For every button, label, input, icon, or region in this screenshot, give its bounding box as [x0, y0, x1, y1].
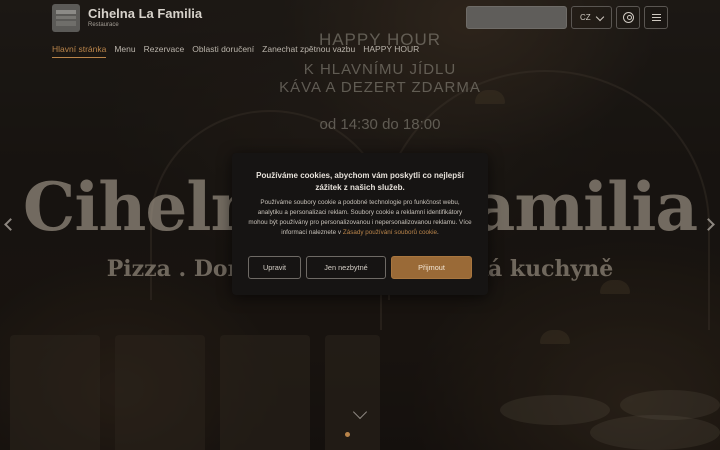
happy-hour-offer: KÁVA A DEZERT ZDARMA — [279, 79, 481, 96]
nav-item-delivery-areas[interactable]: Oblasti doručení — [192, 44, 254, 54]
cookie-text: Používáme soubory cookie a podobné techn… — [248, 199, 472, 236]
restaurant-logo[interactable] — [52, 4, 80, 32]
nav-item-happy-hour[interactable]: HAPPY HOUR — [363, 44, 419, 54]
happy-hour-line: K HLAVNÍMU JÍDLU — [303, 61, 457, 78]
carousel-dot[interactable] — [345, 432, 350, 437]
accept-button[interactable]: Přijmout — [391, 256, 472, 279]
brand-name[interactable]: Cihelna La Familia — [88, 6, 202, 21]
menu-button[interactable] — [644, 6, 668, 29]
chevron-down-icon — [595, 12, 605, 22]
cookie-dialog: Používáme cookies, abychom vám poskytli … — [232, 153, 488, 295]
user-icon — [623, 12, 634, 23]
site-header: Cihelna La Familia Restaurace CZ Hlavní … — [0, 0, 720, 62]
cookie-title: Používáme cookies, abychom vám poskytli … — [256, 171, 464, 192]
brand-subtitle: Restaurace — [88, 22, 119, 28]
nav-item-feedback[interactable]: Zanechat zpětnou vazbu — [262, 44, 355, 54]
language-select[interactable]: CZ — [571, 6, 612, 29]
necessary-only-button[interactable]: Jen nezbytné — [306, 256, 386, 279]
hamburger-icon — [652, 14, 661, 15]
search-input[interactable] — [466, 6, 567, 29]
nav-item-menu[interactable]: Menu — [114, 44, 135, 54]
customize-button[interactable]: Upravit — [248, 256, 301, 279]
nav-item-home[interactable]: Hlavní stránka — [52, 44, 107, 58]
account-button[interactable] — [616, 6, 640, 29]
nav-item-reservations[interactable]: Rezervace — [144, 44, 185, 54]
language-label: CZ — [580, 13, 591, 22]
main-nav: Hlavní stránka Menu Rezervace Oblasti do… — [52, 44, 427, 58]
happy-hour-time: od 14:30 do 18:00 — [319, 116, 441, 133]
cookie-policy-link[interactable]: Zásady používání souborů cookie — [343, 229, 437, 236]
